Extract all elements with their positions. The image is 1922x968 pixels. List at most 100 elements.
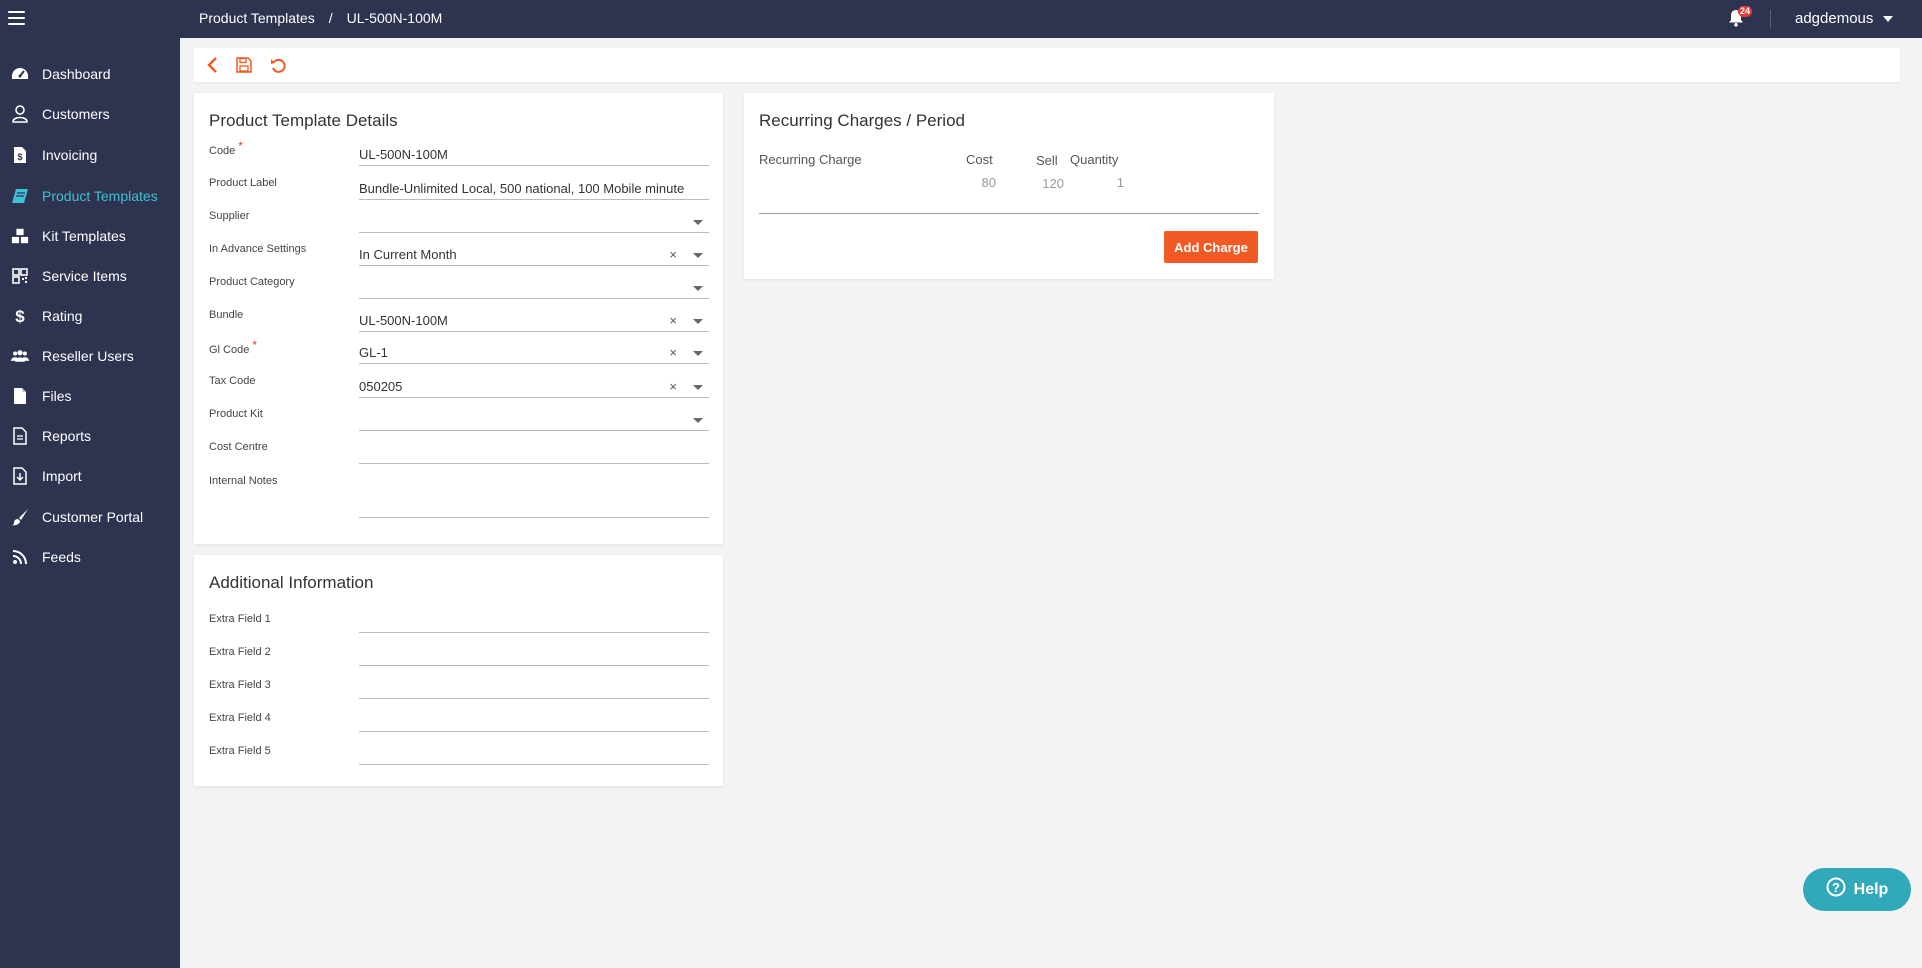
field-label-extra-field-3: Extra Field 3	[209, 679, 271, 691]
sidebar-item-files[interactable]: Files	[0, 379, 180, 413]
bundle-select[interactable]: UL-500N-100M ×	[359, 310, 709, 332]
notification-bell-icon[interactable]: 24	[1728, 6, 1753, 29]
internal-notes-textarea[interactable]	[359, 473, 709, 518]
charges-divider	[759, 213, 1259, 214]
in-advance-settings-select[interactable]: In Current Month ×	[359, 244, 709, 266]
field-label-gl-code: Gl Code *	[209, 338, 258, 356]
qrcode-icon	[11, 267, 29, 285]
sidebar-item-label: Service Items	[42, 268, 127, 284]
sidebar-item-label: Kit Templates	[42, 228, 126, 244]
save-icon[interactable]	[234, 55, 254, 75]
back-icon[interactable]	[202, 55, 222, 75]
field-label-extra-field-5: Extra Field 5	[209, 745, 271, 757]
extra-field-3-input[interactable]	[359, 677, 709, 699]
top-bar: Product Templates / UL-500N-100M 24 adgd…	[0, 0, 1922, 38]
file-icon	[11, 387, 29, 405]
import-icon	[11, 467, 29, 485]
gl-code-select[interactable]: GL-1 ×	[359, 342, 709, 364]
dropdown-arrow-icon[interactable]	[693, 253, 703, 258]
report-icon	[11, 427, 29, 445]
supplier-select[interactable]	[359, 211, 709, 233]
sidebar-item-invoicing[interactable]: $ Invoicing	[0, 138, 180, 172]
clear-icon[interactable]: ×	[669, 248, 677, 261]
dropdown-arrow-icon[interactable]	[693, 351, 703, 356]
sidebar-item-label: Import	[42, 468, 82, 484]
action-toolbar	[194, 48, 1900, 82]
sidebar-item-customers[interactable]: Customers	[0, 97, 180, 131]
sidebar-item-rating[interactable]: $ Rating	[0, 299, 180, 333]
breadcrumb: Product Templates / UL-500N-100M	[199, 10, 442, 26]
dropdown-arrow-icon[interactable]	[693, 385, 703, 390]
book-icon	[11, 187, 29, 205]
sidebar-item-feeds[interactable]: Feeds	[0, 540, 180, 574]
dollar-icon: $	[11, 307, 29, 325]
additional-information-card: Additional Information Extra Field 1 Ext…	[194, 555, 723, 786]
svg-text:$: $	[15, 307, 25, 325]
field-label-code: Code *	[209, 139, 243, 157]
product-category-select[interactable]	[359, 277, 709, 299]
sidebar-item-dashboard[interactable]: Dashboard	[0, 57, 180, 91]
product-kit-select[interactable]	[359, 409, 709, 431]
extra-field-2-input[interactable]	[359, 644, 709, 666]
help-button[interactable]: ? Help	[1803, 868, 1911, 911]
question-circle-icon: ?	[1826, 877, 1846, 902]
charge-quantity-value[interactable]: 1	[1094, 175, 1124, 190]
hamburger-menu-icon[interactable]	[8, 6, 30, 30]
field-label-extra-field-4: Extra Field 4	[209, 712, 271, 724]
sidebar-item-label: Invoicing	[42, 147, 98, 163]
recurring-charges-card: Recurring Charges / Period Recurring Cha…	[744, 93, 1274, 279]
clear-icon[interactable]: ×	[669, 380, 677, 393]
cubes-icon	[11, 227, 29, 245]
sidebar-item-service-items[interactable]: Service Items	[0, 259, 180, 293]
extra-field-1-input[interactable]	[359, 611, 709, 633]
svg-text:?: ?	[1832, 880, 1840, 895]
dropdown-arrow-icon[interactable]	[693, 418, 703, 423]
field-label-in-advance-settings: In Advance Settings	[209, 243, 307, 255]
cost-centre-input[interactable]	[359, 442, 709, 464]
field-label-tax-code: Tax Code	[209, 375, 256, 387]
sidebar-item-label: Customer Portal	[42, 509, 144, 525]
field-label-cost-centre: Cost Centre	[209, 441, 268, 453]
sidebar-item-product-templates[interactable]: Product Templates	[0, 179, 180, 213]
field-label-extra-field-2: Extra Field 2	[209, 646, 271, 658]
extra-field-4-input[interactable]	[359, 710, 709, 732]
clear-icon[interactable]: ×	[669, 314, 677, 327]
sidebar-item-label: Files	[42, 388, 72, 404]
brush-icon	[11, 508, 29, 526]
dropdown-arrow-icon[interactable]	[693, 220, 703, 225]
user-menu[interactable]: adgdemous	[1795, 10, 1894, 27]
help-label: Help	[1853, 880, 1889, 898]
sidebar-item-reports[interactable]: Reports	[0, 419, 180, 453]
tax-code-select[interactable]: 050205 ×	[359, 376, 709, 398]
charge-cost-value[interactable]: 80	[966, 175, 996, 190]
field-label-internal-notes: Internal Notes	[209, 475, 278, 487]
svg-text:$: $	[17, 152, 22, 162]
charge-sell-value[interactable]: 120	[1034, 176, 1064, 191]
clear-icon[interactable]: ×	[669, 346, 677, 359]
notification-count-badge: 24	[1738, 6, 1753, 17]
field-label-supplier: Supplier	[209, 210, 250, 222]
sidebar-item-label: Reports	[42, 428, 92, 444]
card-title: Product Template Details	[209, 111, 398, 130]
field-label-bundle: Bundle	[209, 309, 244, 321]
field-label-product-kit: Product Kit	[209, 408, 263, 420]
breadcrumb-product-templates[interactable]: Product Templates	[199, 10, 315, 26]
undo-icon[interactable]	[268, 55, 288, 75]
product-template-details-card: Product Template Details Code * UL-500N-1…	[194, 93, 723, 544]
sidebar-item-kit-templates[interactable]: Kit Templates	[0, 219, 180, 253]
code-input[interactable]: UL-500N-100M	[359, 144, 709, 166]
card-title: Recurring Charges / Period	[759, 111, 965, 130]
add-charge-button[interactable]: Add Charge	[1164, 231, 1258, 263]
users-icon	[11, 347, 29, 365]
breadcrumb-current: UL-500N-100M	[346, 10, 443, 26]
product-label-input[interactable]: Bundle-Unlimited Local, 500 national, 10…	[359, 178, 709, 200]
dropdown-arrow-icon[interactable]	[693, 286, 703, 291]
sidebar-item-reseller-users[interactable]: Reseller Users	[0, 339, 180, 373]
dropdown-arrow-icon[interactable]	[693, 319, 703, 324]
column-header-recurring-charge: Recurring Charge	[759, 152, 862, 167]
extra-field-5-input[interactable]	[359, 743, 709, 765]
field-label-product-label: Product Label	[209, 177, 277, 189]
invoice-icon: $	[11, 146, 29, 164]
sidebar-item-import[interactable]: Import	[0, 459, 180, 493]
sidebar-item-customer-portal[interactable]: Customer Portal	[0, 500, 180, 534]
